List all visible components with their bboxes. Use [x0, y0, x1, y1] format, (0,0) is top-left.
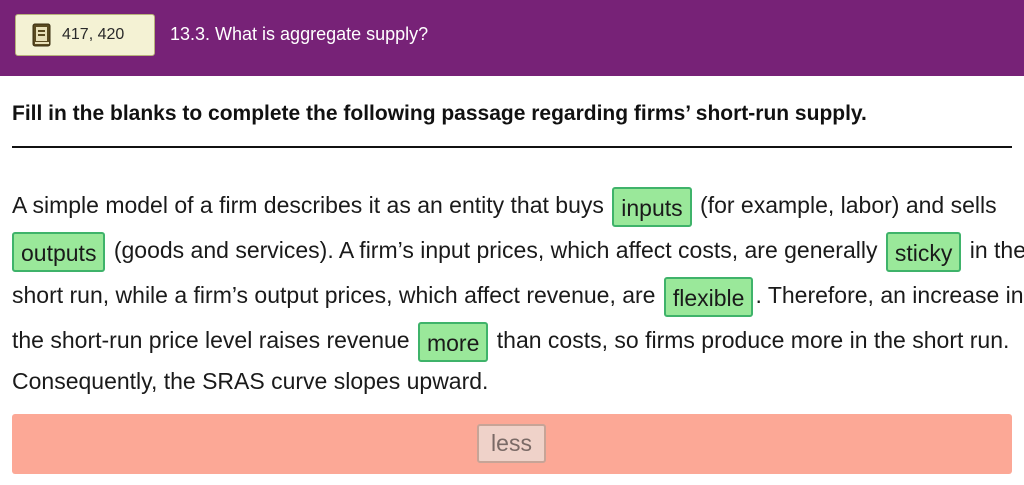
header-bar: 417, 420 13.3. What is aggregate supply?	[0, 0, 1024, 76]
passage-line: the short-run price level raises revenue…	[12, 318, 1012, 363]
passage-text: A simple model of a firm describes it as…	[12, 192, 604, 218]
blank-filled-inputs[interactable]: inputs	[612, 186, 692, 227]
passage-line: A simple model of a firm describes it as…	[12, 183, 1012, 228]
passage-text: (for example, labor) and sells	[700, 192, 997, 218]
passage-text: (goods and services). A firm’s input pri…	[113, 237, 878, 263]
page-reference-badge[interactable]: 417, 420	[15, 14, 155, 56]
passage-text: Consequently, the SRAS curve slopes upwa…	[12, 368, 489, 394]
passage-line: short run, while a firm’s output prices,…	[12, 273, 1024, 318]
answer-option-less[interactable]: less	[477, 424, 546, 463]
answer-bank: less	[12, 414, 1012, 474]
passage-line: Consequently, the SRAS curve slopes upwa…	[12, 363, 1012, 399]
page-numbers: 417, 420	[62, 26, 125, 43]
fill-in-passage: A simple model of a firm describes it as…	[12, 183, 1024, 399]
divider	[12, 146, 1012, 148]
passage-text: the short-run price level raises revenue	[12, 327, 410, 353]
section-title: 13.3. What is aggregate supply?	[170, 24, 429, 44]
passage-text: than costs, so firms produce more in the…	[496, 327, 1010, 353]
instruction-heading: Fill in the blanks to complete the follo…	[12, 102, 867, 125]
book-icon	[32, 23, 51, 47]
passage-text: short run, while a firm’s output prices,…	[12, 282, 656, 308]
blank-filled-more[interactable]: more	[417, 321, 489, 362]
passage-text: in the	[969, 237, 1024, 263]
passage-line: outputs (goods and services). A firm’s i…	[12, 228, 1024, 273]
blank-filled-sticky[interactable]: sticky	[885, 231, 962, 272]
blank-filled-flexible[interactable]: flexible	[663, 276, 754, 317]
blank-filled-outputs[interactable]: outputs	[12, 231, 106, 272]
passage-text: . Therefore, an increase in	[755, 282, 1024, 308]
